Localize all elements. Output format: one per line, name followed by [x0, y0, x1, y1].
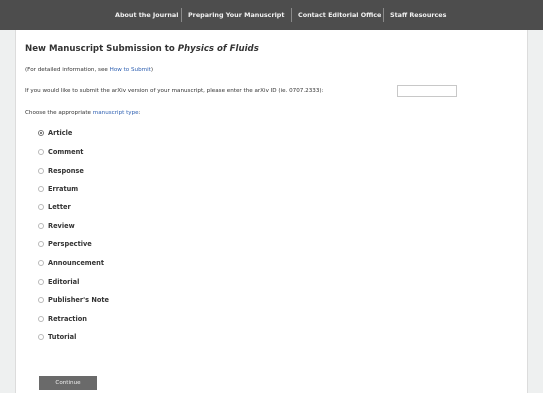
how-to-submit-link[interactable]: How to Submit [110, 67, 151, 73]
manuscript-type-label: Response [48, 167, 84, 175]
manuscript-type-label: Publisher's Note [48, 296, 110, 304]
manuscript-type-label: Retraction [48, 315, 87, 323]
manuscript-type-label: Erratum [48, 185, 79, 193]
nav-divider [181, 8, 182, 22]
manuscript-type-link[interactable]: manuscript type [93, 110, 139, 116]
nav-contact-editorial-office[interactable]: Contact Editorial Office [298, 0, 381, 30]
radio-button[interactable] [38, 260, 44, 266]
manuscript-type-label: Article [48, 129, 73, 137]
radio-button[interactable] [38, 204, 44, 210]
arxiv-id-input[interactable] [397, 85, 457, 97]
radio-button[interactable] [38, 186, 44, 192]
radio-button[interactable] [38, 168, 44, 174]
page-title-prefix: New Manuscript Submission to [25, 44, 178, 54]
info-prefix: (For detailed information, see [25, 67, 110, 73]
arxiv-prompt: If you would like to submit the arXiv ve… [25, 88, 324, 94]
radio-button[interactable] [38, 334, 44, 340]
nav-preparing-manuscript[interactable]: Preparing Your Manuscript [188, 0, 284, 30]
manuscript-type-label: Perspective [48, 240, 92, 248]
journal-name: Physics of Fluids [177, 44, 259, 54]
nav-divider [291, 8, 292, 22]
radio-button[interactable] [38, 297, 44, 303]
detailed-info-text: (For detailed information, see How to Su… [25, 67, 153, 73]
radio-button[interactable] [38, 149, 44, 155]
continue-button[interactable]: Continue [39, 376, 97, 390]
radio-button[interactable] [38, 279, 44, 285]
page-title: New Manuscript Submission to Physics of … [25, 44, 259, 54]
info-suffix: ) [150, 67, 154, 73]
manuscript-type-label: Tutorial [48, 333, 77, 341]
manuscript-type-label: Announcement [48, 259, 104, 267]
manuscript-type-label: Letter [48, 203, 71, 211]
nav-staff-resources[interactable]: Staff Resources [390, 0, 446, 30]
manuscript-type-label: Comment [48, 148, 84, 156]
choose-type-text: Choose the appropriate manuscript type: [25, 110, 141, 116]
choose-suffix: : [138, 110, 141, 116]
radio-button[interactable] [38, 241, 44, 247]
radio-button[interactable] [38, 223, 44, 229]
manuscript-type-label: Editorial [48, 278, 80, 286]
radio-button[interactable] [38, 316, 44, 322]
choose-prefix: Choose the appropriate [25, 110, 93, 116]
manuscript-type-label: Review [48, 222, 75, 230]
top-navigation-bar: About the Journal Preparing Your Manuscr… [0, 0, 543, 30]
nav-about-journal[interactable]: About the Journal [115, 0, 178, 30]
nav-divider [383, 8, 384, 22]
radio-button[interactable] [38, 130, 44, 136]
